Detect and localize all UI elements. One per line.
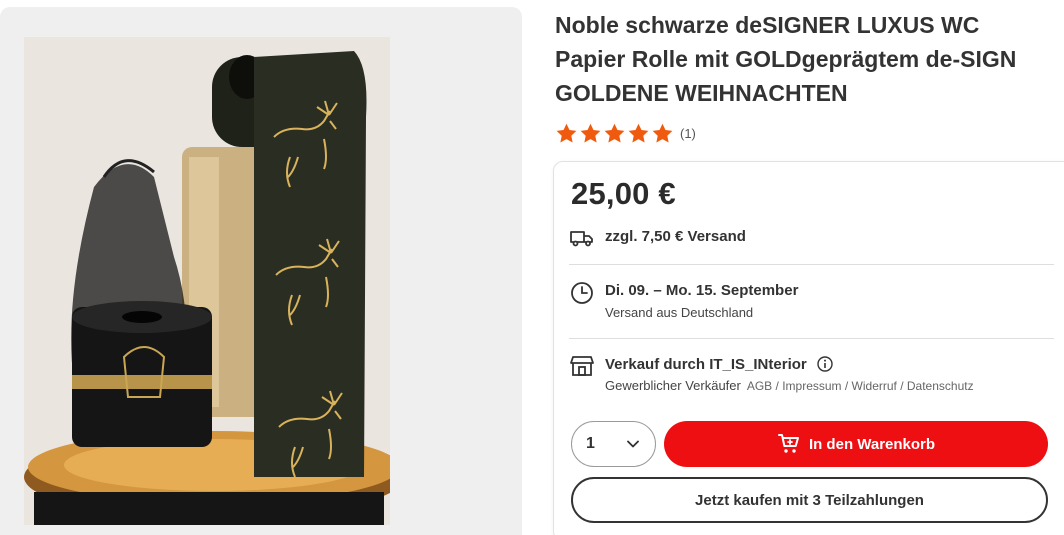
quantity-value: 1: [586, 435, 595, 452]
chevron-down-icon: [627, 440, 639, 448]
clock-icon: [571, 282, 593, 304]
star-icon: [580, 123, 601, 143]
product-rating[interactable]: (1): [555, 122, 696, 145]
star-icon: [628, 123, 649, 143]
installment-payment-label: Jetzt kaufen mit 3 Teilzahlungen: [695, 491, 924, 509]
seller-type: Gewerblicher Verkäufer: [605, 378, 741, 393]
store-icon: [570, 356, 594, 376]
seller-legal-links[interactable]: AGB / Impressum / Widerruf / Datenschutz: [747, 379, 974, 393]
delivery-date: Di. 09. – Mo. 15. September: [605, 282, 799, 299]
quantity-select[interactable]: 1: [571, 421, 656, 467]
shipping-origin: Versand aus Deutschland: [605, 305, 754, 320]
product-image[interactable]: [24, 37, 390, 525]
seller-meta: Gewerblicher Verkäufer AGB / Impressum / …: [605, 378, 974, 393]
product-gallery: [0, 7, 522, 535]
rating-stars: [555, 122, 674, 145]
star-icon: [652, 123, 673, 143]
seller-name[interactable]: Verkauf durch IT_IS_INterior: [605, 356, 807, 373]
product-title: Noble schwarze deSIGNER LUXUS WC Papier …: [555, 12, 1017, 106]
star-icon: [556, 123, 577, 143]
star-icon: [604, 123, 625, 143]
add-to-cart-button[interactable]: In den Warenkorb: [664, 421, 1048, 467]
rating-count[interactable]: (1): [680, 126, 696, 141]
divider: [569, 338, 1054, 339]
price: 25,00 €: [571, 176, 676, 211]
installment-payment-button[interactable]: Jetzt kaufen mit 3 Teilzahlungen: [571, 477, 1048, 523]
buy-box: 25,00 € zzgl. 7,50 € Versand Di. 09. – M…: [553, 161, 1064, 535]
divider: [569, 264, 1054, 265]
info-icon[interactable]: [817, 356, 833, 372]
seller-line: Verkauf durch IT_IS_INterior: [605, 356, 833, 373]
product-photo-illustration: [24, 37, 390, 525]
add-to-cart-label: In den Warenkorb: [808, 435, 936, 453]
cart-icon: [777, 434, 799, 453]
shipping-cost: zzgl. 7,50 € Versand: [605, 228, 746, 245]
truck-icon: [570, 231, 593, 247]
